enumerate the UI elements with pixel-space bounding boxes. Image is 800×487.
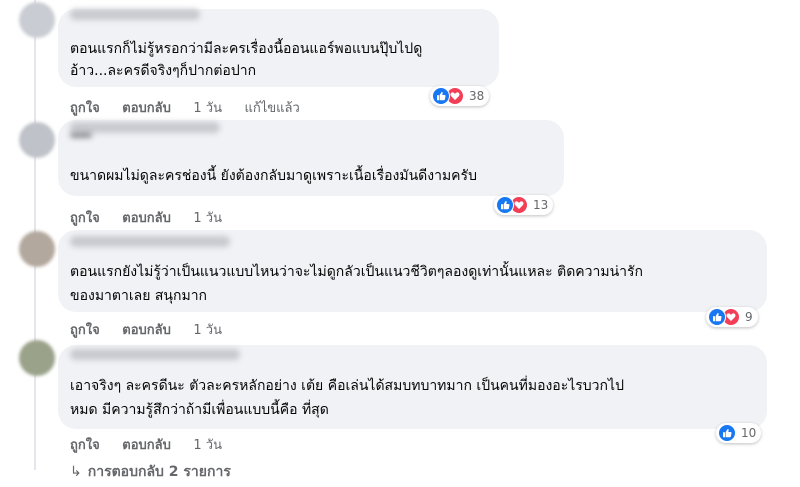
comment-text-line: ตอนแรกยังไม่รู้ว่าเป็นแนวแบบไหนว่าจะไม่ด… xyxy=(70,264,644,280)
comment-bubble: ตอนแรกก็ไม่รู้หรอกว่ามีละครเรื่องนี้ออนแ… xyxy=(58,9,499,87)
like-icon xyxy=(718,424,736,442)
edited-label: แก้ไขแล้ว xyxy=(244,101,300,116)
comment-actions: ถูกใจ ตอบกลับ 1 วัน xyxy=(70,207,240,228)
reaction-summary[interactable]: 10 xyxy=(716,423,762,443)
view-replies-link[interactable]: ↳ การตอบกลับ 2 รายการ xyxy=(70,461,231,483)
comment-text-line: ของมาตาเลย สนุกมาก xyxy=(70,288,208,304)
like-icon xyxy=(708,308,726,326)
comment-text-line: ขนาดผมไม่ดูละครช่องนี้ ยังต้องกลับมาดูเพ… xyxy=(70,168,477,184)
reply-button[interactable]: ตอบกลับ xyxy=(122,101,171,116)
commenter-name[interactable] xyxy=(70,9,200,20)
like-icon xyxy=(496,196,514,214)
reply-button[interactable]: ตอบกลับ xyxy=(122,323,171,338)
comment-actions: ถูกใจ ตอบกลับ 1 วัน แก้ไขแล้ว xyxy=(70,97,318,118)
comment-text-line: เอาจริงๆ ละครดีนะ ตัวละครหลักอย่าง เต้ย … xyxy=(70,378,624,394)
timestamp[interactable]: 1 วัน xyxy=(193,438,222,453)
commenter-name[interactable] xyxy=(70,122,220,133)
commenter-name[interactable] xyxy=(70,236,230,247)
like-button[interactable]: ถูกใจ xyxy=(70,323,100,338)
comment-text-line: หมด มีความรู้สึกว่าถ้ามีเพื่อนแบบนี้คือ … xyxy=(70,402,329,418)
like-button[interactable]: ถูกใจ xyxy=(70,101,100,116)
reaction-summary[interactable]: 38 xyxy=(430,86,490,106)
reaction-count: 13 xyxy=(533,198,549,212)
like-button[interactable]: ถูกใจ xyxy=(70,438,100,453)
timestamp[interactable]: 1 วัน xyxy=(193,101,222,116)
reaction-count: 9 xyxy=(745,310,753,324)
reaction-count: 10 xyxy=(741,426,757,440)
comment-actions: ถูกใจ ตอบกลับ 1 วัน xyxy=(70,319,240,340)
reaction-summary[interactable]: 13 xyxy=(494,195,554,215)
like-button[interactable]: ถูกใจ xyxy=(70,211,100,226)
timestamp[interactable]: 1 วัน xyxy=(193,211,222,226)
comment-actions: ถูกใจ ตอบกลับ 1 วัน xyxy=(70,434,240,455)
comment-bubble: ขนาดผมไม่ดูละครช่องนี้ ยังต้องกลับมาดูเพ… xyxy=(58,120,564,196)
view-replies-label: การตอบกลับ 2 รายการ xyxy=(87,464,231,480)
reply-button[interactable]: ตอบกลับ xyxy=(122,438,171,453)
reply-button[interactable]: ตอบกลับ xyxy=(122,211,171,226)
like-icon xyxy=(432,87,450,105)
reply-arrow-icon: ↳ xyxy=(70,464,82,480)
avatar[interactable] xyxy=(19,231,55,267)
comment-bubble: เอาจริงๆ ละครดีนะ ตัวละครหลักอย่าง เต้ย … xyxy=(58,345,767,429)
comment-text-line: ตอนแรกก็ไม่รู้หรอกว่ามีละครเรื่องนี้ออนแ… xyxy=(70,41,423,57)
reaction-summary[interactable]: 9 xyxy=(706,307,758,327)
name-fragment xyxy=(70,132,92,138)
comment-text-line: อ้าว...ละครดีจริงๆก็ปากต่อปาก xyxy=(70,63,257,79)
avatar[interactable] xyxy=(19,2,55,38)
avatar[interactable] xyxy=(19,340,55,376)
comment-bubble: ตอนแรกยังไม่รู้ว่าเป็นแนวแบบไหนว่าจะไม่ด… xyxy=(58,230,767,312)
commenter-name[interactable] xyxy=(70,349,240,360)
timestamp[interactable]: 1 วัน xyxy=(193,323,222,338)
reaction-count: 38 xyxy=(469,89,485,103)
avatar[interactable] xyxy=(19,122,55,158)
